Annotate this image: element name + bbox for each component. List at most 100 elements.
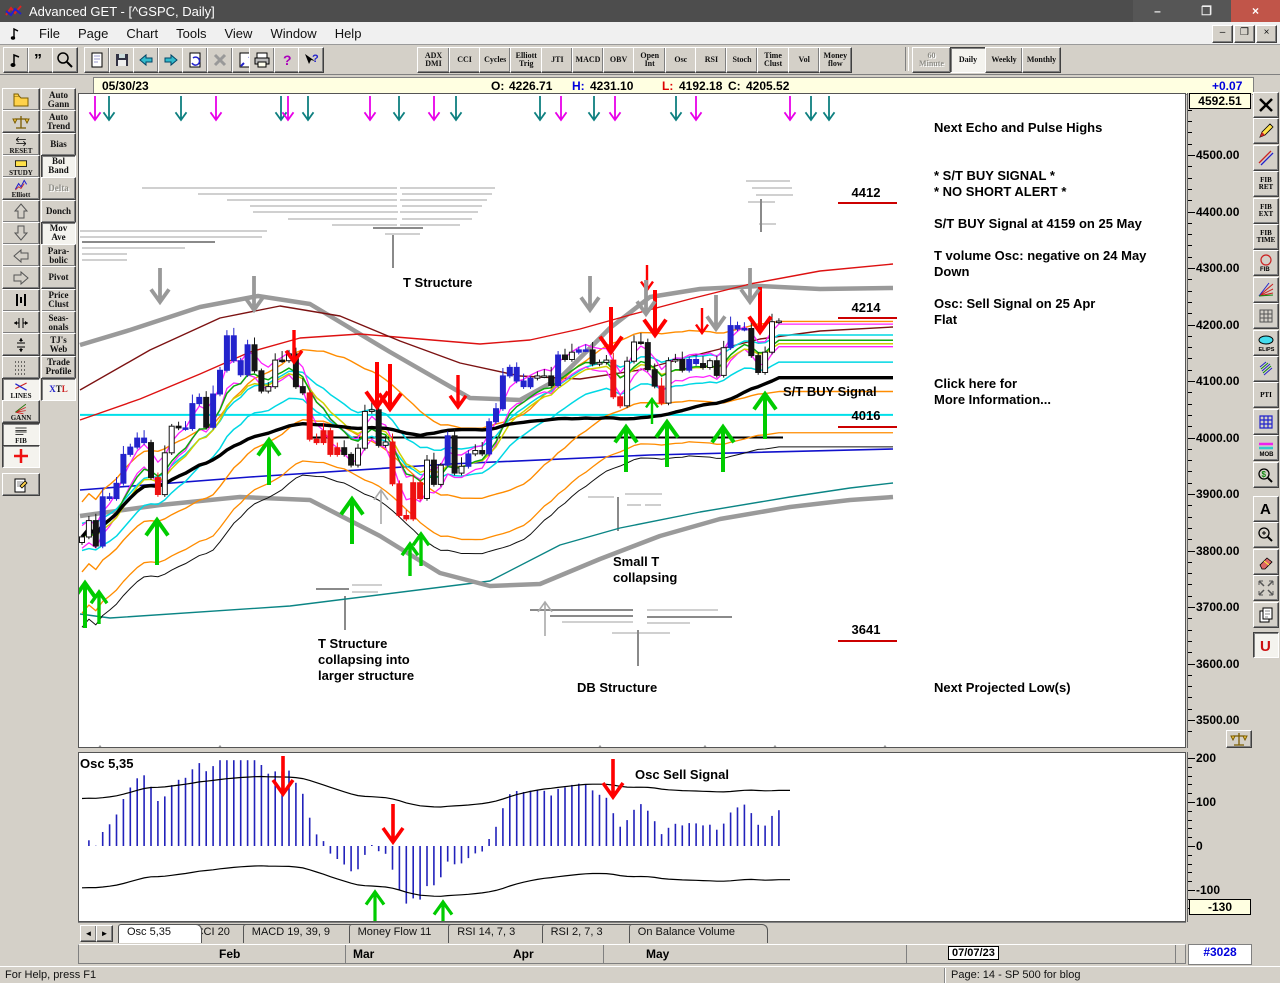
chart-child-icon[interactable]	[6, 25, 22, 41]
minimize-button[interactable]: –	[1133, 0, 1182, 22]
tool-elliott-button[interactable]: Elliott	[2, 177, 40, 201]
menu-view[interactable]: View	[215, 24, 261, 43]
tool-back-button[interactable]	[133, 47, 160, 73]
tool-doc-button[interactable]	[84, 47, 110, 73]
oscillator-pane[interactable]: Osc 5,35 Osc Sell Signal	[78, 752, 1186, 936]
draw-text-tool-button[interactable]: A	[1253, 496, 1279, 522]
period-60-minute-button[interactable]: 60 Minute	[912, 47, 951, 73]
indicator-elliott-trig-button[interactable]: Elliott Trig	[509, 47, 543, 73]
indicator-rsi-button[interactable]: RSI	[695, 47, 728, 73]
tool-lines-button[interactable]: LINES	[2, 377, 40, 401]
menu-file[interactable]: File	[30, 24, 69, 43]
draw-gann-grid-button[interactable]	[1253, 303, 1279, 330]
indicator-macd-button[interactable]: MACD	[572, 47, 604, 73]
study-xtl-button[interactable]: XTL	[41, 377, 76, 401]
close-button[interactable]: ×	[1231, 0, 1280, 22]
tool-save-button[interactable]	[108, 47, 135, 73]
study-price-clust-button[interactable]: Price Clust	[41, 288, 76, 312]
tool-reset-button[interactable]: RESET	[2, 132, 40, 156]
draw-fib-time-button[interactable]: FIB TIME	[1253, 224, 1279, 250]
tool-arrow-down-button[interactable]	[2, 221, 40, 245]
study-pivot-button[interactable]: Pivot	[41, 266, 76, 290]
tool-open-chart-button[interactable]	[2, 88, 40, 111]
draw-mob-button[interactable]: MOB	[1253, 435, 1279, 462]
tool-expand-horizontal-button[interactable]	[2, 311, 40, 334]
restore-button[interactable]: ❐	[1182, 0, 1231, 22]
tab-macd-19-39-9[interactable]: MACD 19, 39, 9	[242, 924, 364, 943]
child-close-button[interactable]: ×	[1256, 25, 1277, 43]
price-chart-pane[interactable]: T Structure S/T BUY Signal Small Tcollapsi…	[72, 93, 1186, 778]
period-daily-button[interactable]: Daily	[950, 47, 986, 73]
tool-notes-button[interactable]	[2, 473, 40, 497]
tab-rsi-14-7-3[interactable]: RSI 14, 7, 3	[448, 924, 557, 943]
tool-arrow-right-button[interactable]	[2, 266, 40, 290]
study-tj-s-web-button[interactable]: TJ's Web	[41, 333, 76, 357]
tab-osc-5-35[interactable]: Osc 5,35	[118, 924, 202, 943]
indicator-osc-button[interactable]: Osc	[664, 47, 697, 73]
study-bias-button[interactable]: Bias	[41, 132, 76, 156]
tab-on-balance-volume[interactable]: On Balance Volume	[628, 924, 769, 943]
study-donch-button[interactable]: Donch	[41, 199, 76, 223]
tool-docref-button[interactable]	[182, 47, 209, 73]
study-auto-gann-button[interactable]: Auto Gann	[41, 88, 76, 111]
indicator-vol-button[interactable]: Vol	[788, 47, 821, 73]
draw-pages-button[interactable]	[1253, 601, 1279, 628]
indicator-jti-button[interactable]: JTI	[541, 47, 574, 73]
draw-fib-retracement-button[interactable]: FIB RET	[1253, 171, 1279, 198]
draw-pti-button[interactable]: PTI	[1253, 382, 1279, 409]
tool-xgrey-button[interactable]	[207, 47, 233, 73]
study-para-bolic-button[interactable]: Para-bolic	[41, 244, 76, 268]
draw-ellipse-button[interactable]: ELiPS	[1253, 329, 1279, 356]
price-axis[interactable]: 4500.00 4400.00 4300.00 4200.00 4100.00 4000.…	[1187, 93, 1252, 748]
tool-note-button[interactable]	[3, 47, 29, 73]
axis-scales-button[interactable]	[1226, 730, 1252, 748]
draw-blue-grid-button[interactable]	[1253, 408, 1279, 435]
tool-quotes-button[interactable]: ”	[27, 47, 54, 73]
draw-close-x-button[interactable]	[1253, 92, 1279, 118]
draw-fib-circle-button[interactable]: FIB	[1253, 250, 1279, 277]
indicator-money-flow-button[interactable]: Money flow	[818, 47, 852, 73]
indicator-cycles-button[interactable]: Cycles	[479, 47, 512, 73]
tool-helparrow-button[interactable]: ?	[298, 47, 325, 73]
child-restore-button[interactable]: ❐	[1234, 25, 1255, 43]
study-mov-ave-button[interactable]: Mov Ave	[41, 221, 76, 245]
draw-eraser-button[interactable]	[1253, 548, 1279, 575]
tool-fib-button[interactable]: FIB	[2, 422, 40, 446]
tool-crosshair-button[interactable]	[2, 444, 40, 468]
indicator-open-int-button[interactable]: Open Int	[633, 47, 667, 73]
tab-money-flow-11[interactable]: Money Flow 11	[348, 924, 464, 943]
draw-fib-extension-button[interactable]: FIB EXT	[1253, 197, 1279, 224]
menu-page[interactable]: Page	[69, 24, 117, 43]
tool-arrow-left-button[interactable]	[2, 244, 40, 268]
tool-grid-button[interactable]	[2, 355, 40, 379]
indicator-stoch-button[interactable]: Stoch	[726, 47, 758, 73]
indicator-cci-button[interactable]: CCI	[448, 47, 481, 73]
tool-printer-button[interactable]	[249, 47, 275, 73]
child-minimize-button[interactable]: –	[1212, 25, 1233, 43]
draw-trend-lines-button[interactable]	[1253, 144, 1279, 171]
menu-chart[interactable]: Chart	[117, 24, 167, 43]
tool-balance-button[interactable]	[2, 110, 40, 134]
tool-compress-vertical-button[interactable]	[2, 333, 40, 357]
menu-tools[interactable]: Tools	[167, 24, 215, 43]
study-trade-profile-button[interactable]: Trade Profile	[41, 355, 76, 379]
indicator-time-clust-button[interactable]: Time Clust	[756, 47, 790, 73]
tool-bar-spacing-button[interactable]	[2, 288, 40, 312]
study-seas-onals-button[interactable]: Seas-onals	[41, 311, 76, 334]
draw-regression-button[interactable]	[1253, 356, 1279, 382]
menu-help[interactable]: Help	[326, 24, 371, 43]
projection-date-box[interactable]: 07/07/23	[948, 946, 999, 960]
period-weekly-button[interactable]: Weekly	[985, 47, 1023, 73]
tool-study-button[interactable]: STUDY	[2, 154, 40, 178]
period-monthly-button[interactable]: Monthly	[1022, 47, 1061, 73]
menu-window[interactable]: Window	[261, 24, 325, 43]
draw-magnet-button[interactable]: U	[1253, 632, 1279, 658]
tool-gann-button[interactable]: GANN	[2, 400, 40, 424]
tab-scroll-left-button[interactable]: ◄	[80, 925, 97, 942]
draw-pencil-button[interactable]	[1253, 118, 1279, 145]
tool-fwd-button[interactable]	[157, 47, 184, 73]
indicator-obv-button[interactable]: OBV	[602, 47, 635, 73]
draw-expand-button[interactable]	[1253, 575, 1279, 602]
draw-gann-fan-button[interactable]	[1253, 276, 1279, 303]
tab-scroll-right-button[interactable]: ►	[96, 925, 113, 942]
